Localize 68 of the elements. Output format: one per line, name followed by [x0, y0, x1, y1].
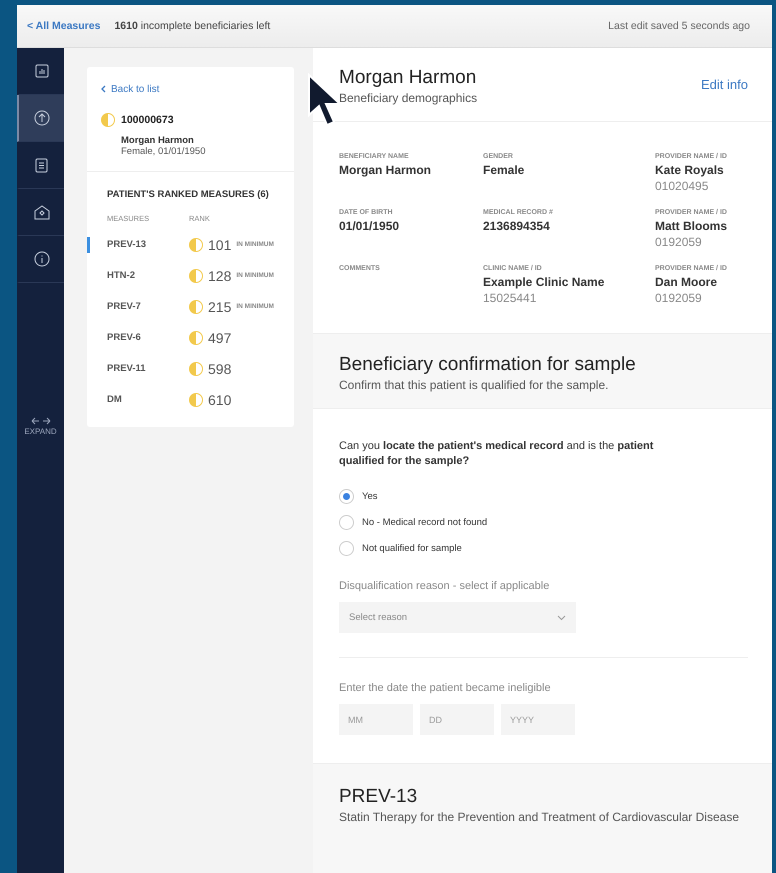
info-icon	[34, 251, 50, 267]
measure-title: PREV-13	[339, 786, 418, 808]
house-icon	[34, 204, 50, 220]
field-id: 0192059	[655, 291, 703, 305]
reason-label: Disqualification reason - select if applicable	[339, 580, 550, 592]
field-id: 0192059	[655, 235, 703, 249]
field-value: Matt Blooms	[655, 219, 728, 233]
save-status-text: Last edit saved 5 seconds ago	[608, 20, 750, 32]
measure-rank: 101	[208, 236, 232, 252]
half-circle-icon	[189, 238, 203, 252]
half-circle-icon	[189, 330, 203, 344]
measure-rank: 598	[208, 360, 232, 376]
document-icon	[35, 158, 48, 172]
measure-rank: 215	[208, 298, 232, 314]
measure-name[interactable]: PREV-13	[107, 239, 189, 250]
measure-name[interactable]: DM	[107, 394, 189, 405]
measures-title: PATIENT'S RANKED MEASURES (6)	[107, 189, 270, 200]
section-subtitle: Beneficiary demographics	[339, 91, 478, 105]
half-circle-icon	[189, 362, 203, 376]
date-field[interactable]: MM	[339, 704, 413, 735]
all-measures-link[interactable]: < All Measures	[27, 20, 100, 32]
chevron-left-icon	[101, 85, 106, 93]
field-value: Dan Moore	[655, 275, 718, 289]
radio-button[interactable]	[339, 489, 354, 504]
left-right-arrows-icon	[30, 417, 50, 425]
half-circle-icon	[189, 268, 203, 282]
measure-name[interactable]: HTN-2	[107, 270, 189, 281]
field-value: Kate Royals	[655, 163, 725, 177]
remaining-count-text: 1610 incomplete beneficiaries left	[114, 20, 272, 32]
measure-name[interactable]: PREV-11	[107, 363, 189, 374]
measure-name[interactable]: PREV-7	[107, 301, 189, 312]
field-value: Example Clinic Name	[483, 275, 606, 289]
chart-icon	[34, 64, 48, 78]
field-value: Morgan Harmon	[339, 163, 432, 177]
measure-rank: 497	[208, 330, 232, 346]
chevron-down-icon	[557, 614, 566, 620]
question-text: Can you locate the patient's medical record and is the patient qualified for the sample?	[339, 439, 654, 469]
patient-details: Female, 01/01/1950	[121, 146, 207, 157]
measure-rank: 610	[208, 392, 232, 408]
field-id: 15025441	[483, 291, 538, 305]
back-to-list-link[interactable]: Back to list	[101, 84, 160, 94]
arrow-up-circle-icon	[34, 110, 50, 126]
measure-name[interactable]: PREV-6	[107, 332, 189, 343]
radio-button[interactable]	[339, 541, 354, 556]
section-subtitle: Confirm that this patient is qualified for the sample.	[339, 378, 610, 392]
nav-item[interactable]	[17, 95, 64, 142]
field-value: Female	[483, 163, 526, 177]
field-value: 01/01/1950	[339, 219, 400, 233]
patient-name: Morgan Harmon	[121, 135, 195, 146]
half-circle-icon	[101, 113, 115, 127]
date-field[interactable]: YYYY	[501, 704, 575, 735]
expand-button[interactable]: EXPAND	[17, 413, 64, 440]
date-label: Enter the date the patient became ineligible	[339, 682, 552, 694]
field-id: 01020495	[655, 179, 710, 193]
radio-option[interactable]: No - Medical record not found	[339, 515, 748, 530]
date-field[interactable]: DD	[420, 704, 494, 735]
patient-id: 100000673	[121, 114, 174, 126]
beneficiary-title: Morgan Harmon	[339, 67, 478, 89]
measure-description: Statin Therapy for the Prevention and Treatment of Cardiovascular Disease	[339, 810, 740, 824]
half-circle-icon	[189, 300, 203, 314]
measure-rank: 128	[208, 268, 232, 284]
section-title: Beneficiary confirmation for sample	[339, 354, 637, 376]
half-circle-icon	[189, 392, 203, 406]
radio-button[interactable]	[339, 515, 354, 530]
edit-info-link[interactable]: Edit info	[701, 77, 748, 105]
radio-option[interactable]: Yes	[339, 489, 748, 504]
field-value: 2136894354	[483, 219, 551, 233]
radio-option[interactable]: Not qualified for sample	[339, 541, 748, 556]
